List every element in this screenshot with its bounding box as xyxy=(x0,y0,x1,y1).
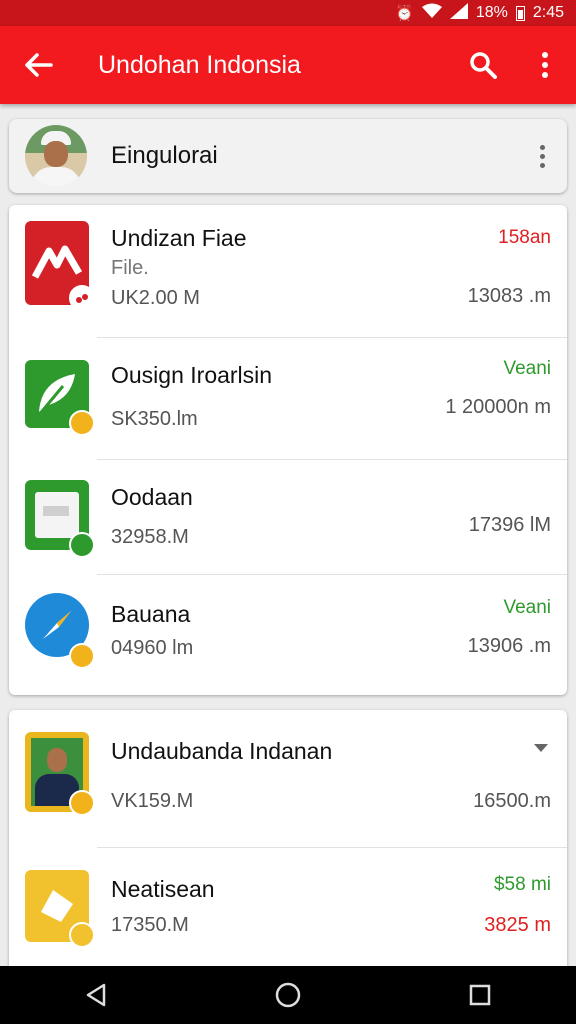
avatar xyxy=(25,125,87,187)
item-tag: 158an xyxy=(498,227,551,248)
clock: 2:45 xyxy=(532,4,564,21)
signal-icon xyxy=(449,3,468,23)
item-size: 32958.M xyxy=(111,526,189,548)
portrait-icon xyxy=(25,732,95,816)
item-meta: 13906 .m xyxy=(467,635,551,657)
list-item[interactable]: Bauana 04960 lm Veani 13906 .m xyxy=(9,575,567,695)
expand-chevron-icon[interactable] xyxy=(533,740,549,758)
wifi-icon xyxy=(421,3,442,23)
battery-percent: 18% xyxy=(475,4,508,21)
profile-name: Eingulorai xyxy=(111,142,218,169)
item-meta: 17396 lM xyxy=(468,514,551,536)
item-tag: $58 mi xyxy=(493,874,551,895)
red-document-icon xyxy=(25,221,95,311)
item-name: Oodaan xyxy=(111,484,193,510)
system-nav-bar xyxy=(0,966,576,1024)
profile-menu-button[interactable] xyxy=(517,119,567,193)
item-tag: Veani xyxy=(503,597,551,618)
item-meta: 13083 .m xyxy=(467,285,551,307)
green-leaf-icon xyxy=(25,360,95,436)
item-size: UK2.00 M xyxy=(111,287,200,309)
circle-home-icon xyxy=(275,982,301,1008)
app-list-card: Undaubanda Indanan VK159.M 16500.m Neati… xyxy=(9,710,567,980)
yellow-folder-icon xyxy=(25,870,95,948)
item-size: 17350.M xyxy=(111,914,189,936)
item-name: Ousign Iroarlsin xyxy=(111,362,273,388)
item-name: Bauana xyxy=(111,601,191,627)
nav-back-button[interactable] xyxy=(66,966,126,1024)
item-size: 04960 lm xyxy=(111,637,194,659)
page-title: Undohan Indonsia xyxy=(98,50,301,79)
list-item[interactable]: Undaubanda Indanan VK159.M 16500.m xyxy=(9,710,567,848)
search-icon xyxy=(470,52,497,79)
nav-recents-button[interactable] xyxy=(450,966,510,1024)
item-meta: 3825 m xyxy=(484,914,551,936)
item-size: SK350.lm xyxy=(111,408,198,430)
blue-compass-icon xyxy=(25,593,95,669)
list-item[interactable]: Undizan Fiae File. UK2.00 M 158an 13083 … xyxy=(9,205,567,338)
list-item[interactable]: Ousign Iroarlsin SK350.lm Veani 1 20000n… xyxy=(9,338,567,460)
nav-home-button[interactable] xyxy=(258,966,318,1024)
arrow-left-icon xyxy=(25,53,53,77)
status-bar: ⏰ 18% 2:45 xyxy=(0,0,576,26)
overflow-menu-button[interactable] xyxy=(514,26,576,104)
app-list-card: Undizan Fiae File. UK2.00 M 158an 13083 … xyxy=(9,205,567,695)
green-sheet-icon xyxy=(25,480,95,558)
list-item[interactable]: Neatisean 17350.M $58 mi 3825 m xyxy=(9,848,567,980)
item-size: VK159.M xyxy=(111,790,194,812)
battery-icon xyxy=(515,5,525,21)
profile-card[interactable]: Eingulorai xyxy=(9,119,567,193)
item-tag: Veani xyxy=(503,358,551,379)
item-name: Undizan Fiae xyxy=(111,225,247,251)
more-vert-icon xyxy=(542,52,548,78)
search-button[interactable] xyxy=(452,26,514,104)
item-name: Undaubanda Indanan xyxy=(111,738,333,764)
item-meta: 1 20000n m xyxy=(445,396,551,418)
square-recents-icon xyxy=(469,984,491,1006)
item-meta: 16500.m xyxy=(473,790,551,812)
triangle-back-icon xyxy=(86,983,106,1007)
alarm-icon: ⏰ xyxy=(395,5,414,22)
app-bar: Undohan Indonsia xyxy=(0,26,576,104)
back-button[interactable] xyxy=(0,26,78,104)
list-item[interactable]: Oodaan 32958.M 17396 lM xyxy=(9,460,567,575)
item-subtitle: File. xyxy=(111,257,149,279)
item-name: Neatisean xyxy=(111,876,215,902)
